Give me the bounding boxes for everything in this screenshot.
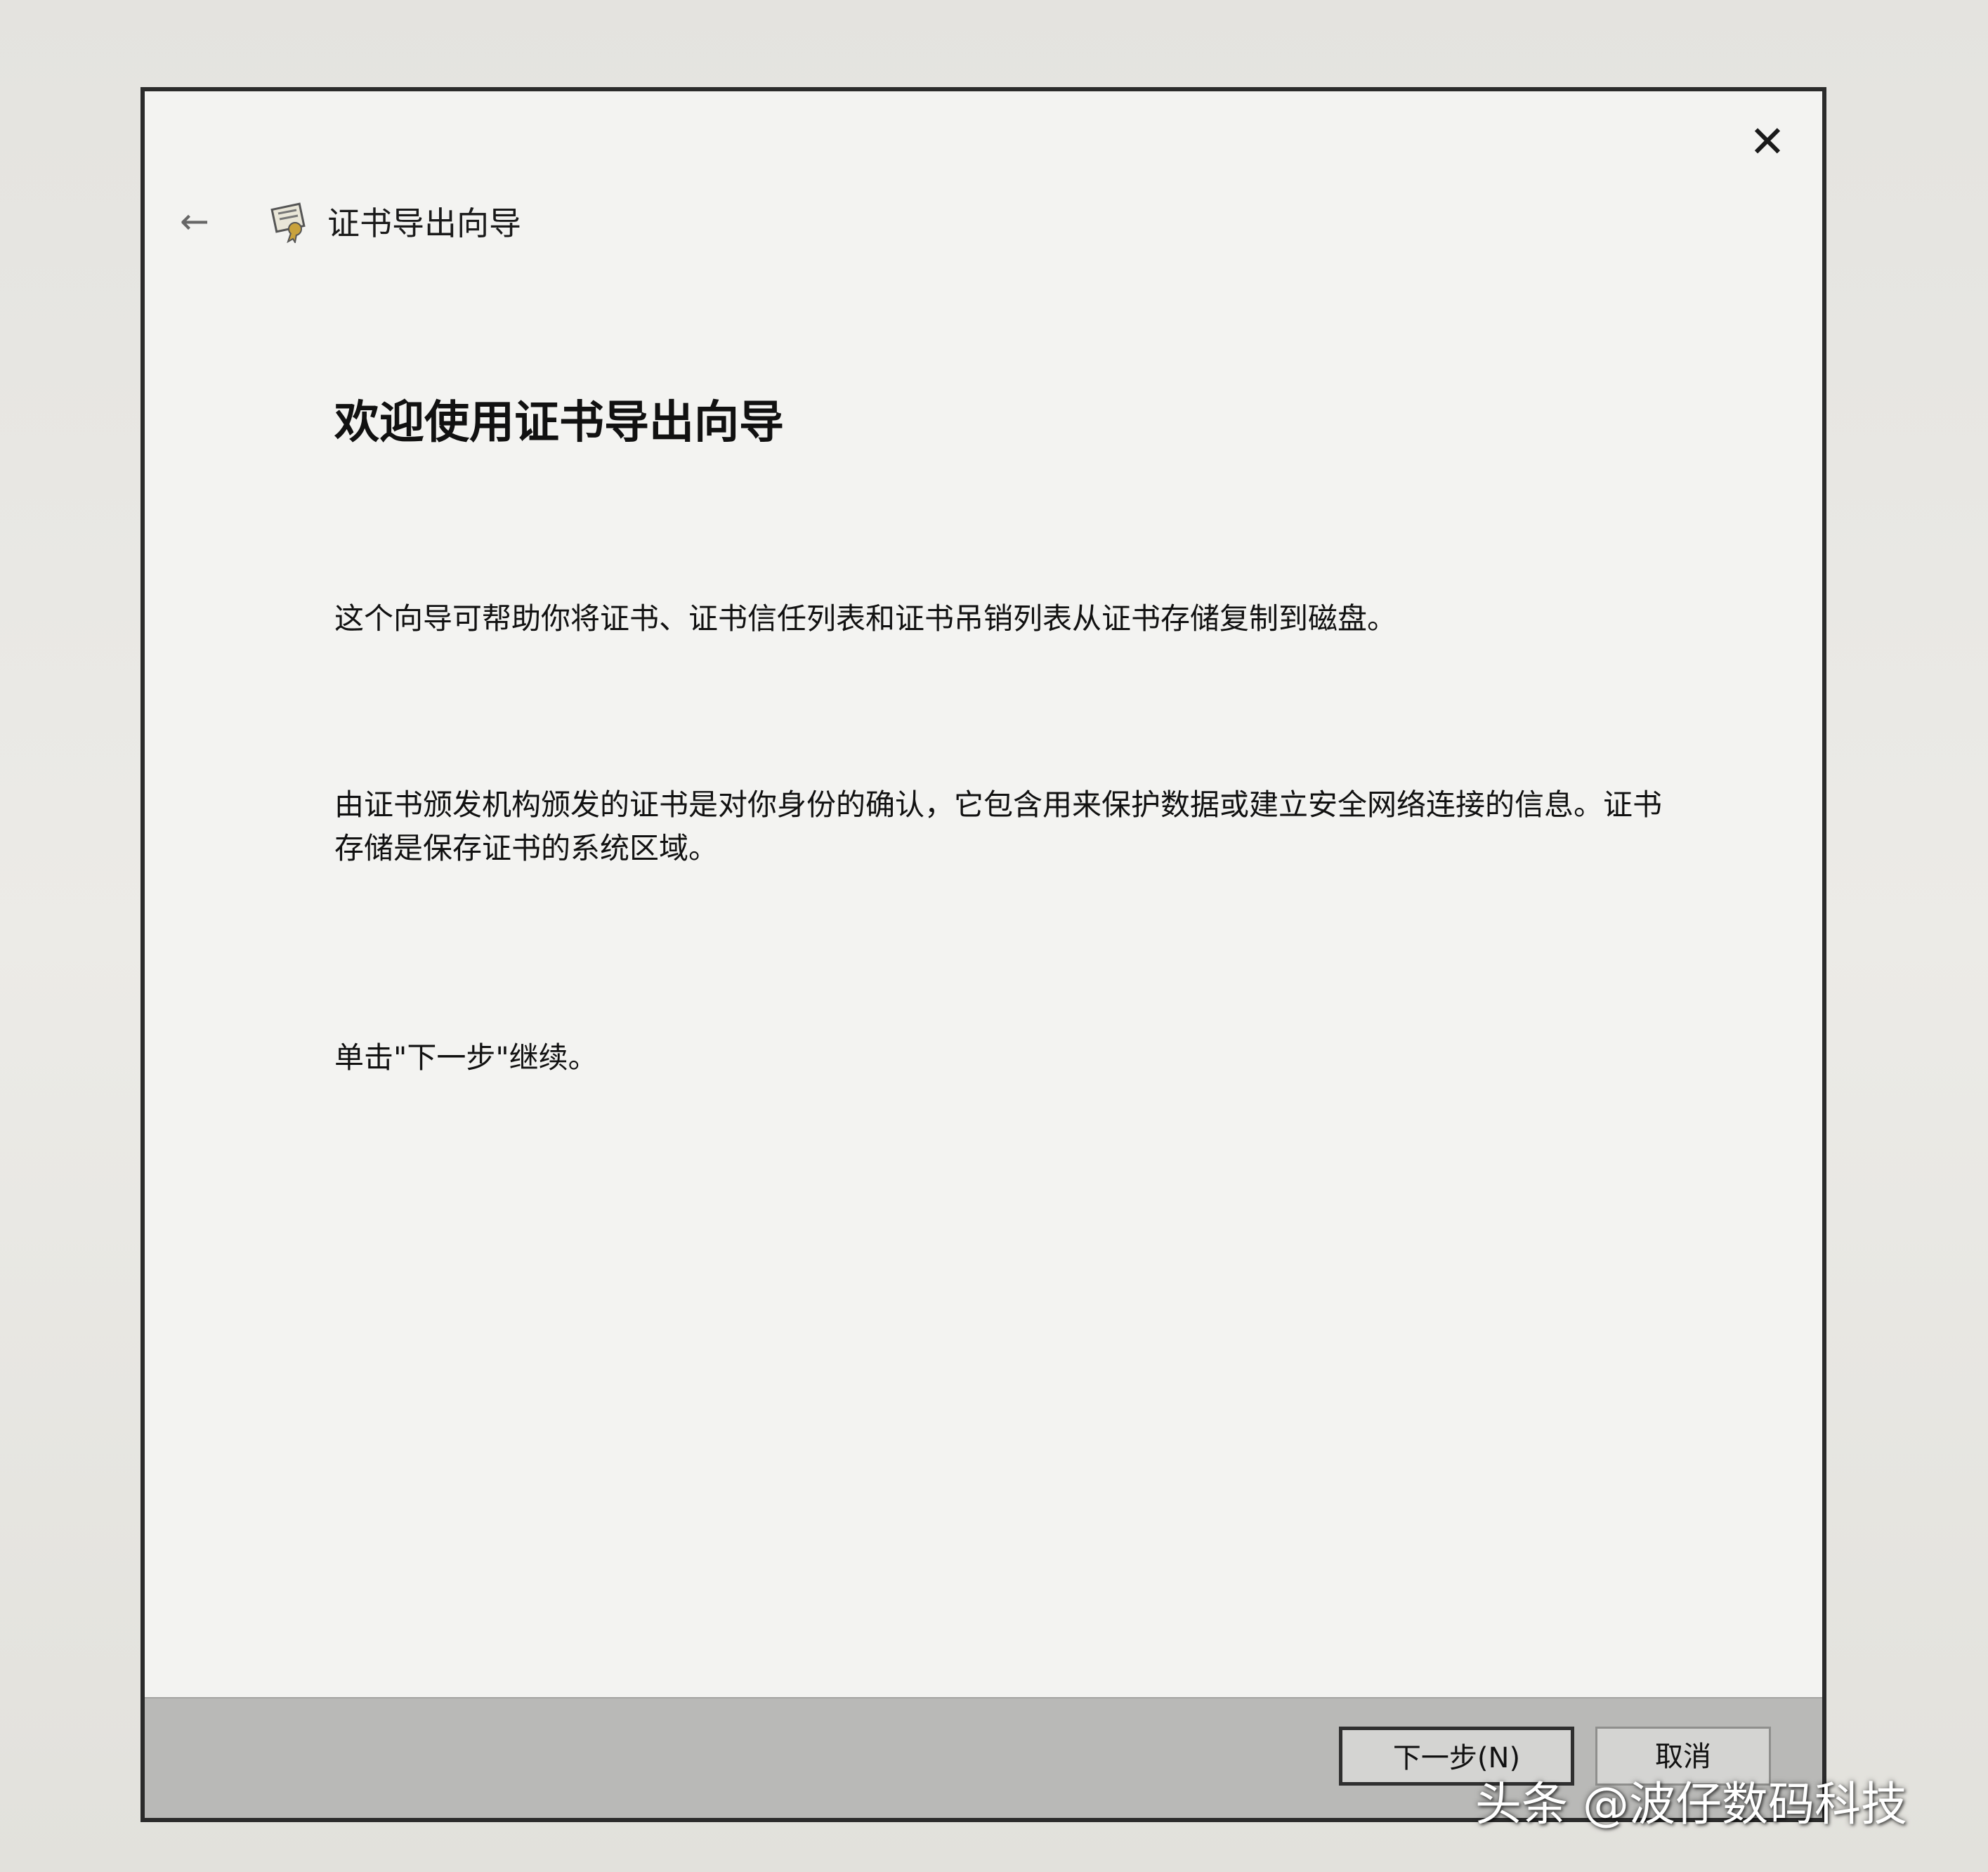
certificate-explanation-paragraph: 由证书颁发机构颁发的证书是对你身份的确认，它包含用来保护数据或建立安全网络连接的… [334,787,1663,865]
certificate-icon [270,202,306,243]
back-arrow-icon[interactable]: ← [180,201,229,242]
certificate-export-wizard-dialog: ✕ ← 证书导出向导 欢迎使用证书导出向导 这个向导可帮助你将证书、证书信任列表… [140,87,1826,1822]
welcome-title: 欢迎使用证书导出向导 [334,397,784,449]
watermark-text: 头条 @波仔数码科技 [1475,1777,1907,1831]
intro-paragraph: 这个向导可帮助你将证书、证书信任列表和证书吊销列表从证书存储复制到磁盘。 [334,601,1397,636]
wizard-header: ← 证书导出向导 [180,190,521,253]
wizard-header-title: 证书导出向导 [327,204,521,242]
continue-instruction: 单击"下一步"继续。 [334,1040,598,1075]
close-icon[interactable]: ✕ [1742,117,1793,167]
